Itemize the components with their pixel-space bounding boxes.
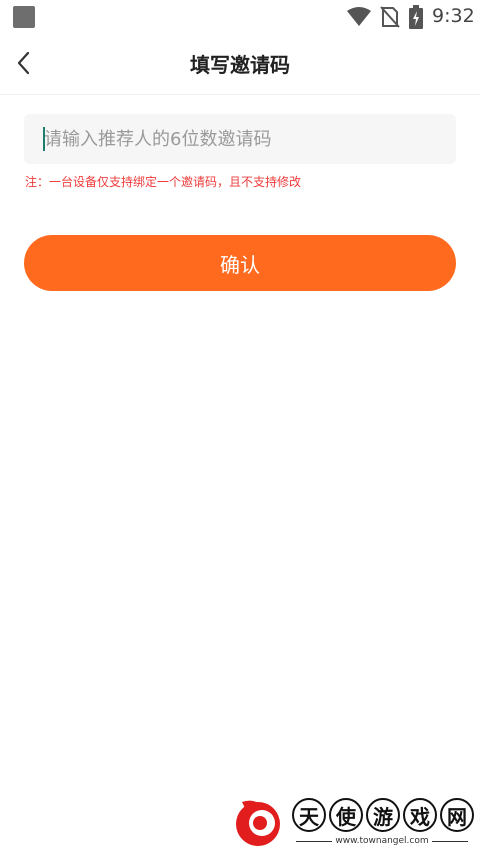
watermark-char: 网	[440, 798, 474, 832]
watermark-url-text: www.townangel.com	[332, 836, 432, 846]
watermark-char: 戏	[403, 798, 437, 832]
battery-charging-icon	[409, 5, 423, 29]
watermark-char: 天	[292, 798, 326, 832]
binding-note: 注：一台设备仅支持绑定一个邀请码，且不支持修改	[25, 175, 302, 189]
page-title: 填写邀请码	[190, 53, 290, 77]
watermark-char: 使	[329, 798, 363, 832]
wifi-icon	[347, 7, 371, 26]
watermark-brand: 天 使 游 戏 网	[292, 798, 474, 832]
watermark-char: 游	[366, 798, 400, 832]
watermark-logo-icon	[236, 800, 280, 846]
watermark-url: www.townangel.com	[296, 836, 468, 846]
invite-code-input[interactable]	[24, 114, 456, 164]
app-notification-icon	[13, 6, 35, 28]
text-caret	[43, 127, 45, 151]
app-bar: 填写邀请码	[0, 34, 480, 95]
confirm-button[interactable]: 确认	[24, 235, 456, 291]
status-bar: 9:32	[0, 0, 480, 34]
no-sim-icon	[380, 6, 400, 28]
status-time: 9:32	[432, 5, 475, 27]
